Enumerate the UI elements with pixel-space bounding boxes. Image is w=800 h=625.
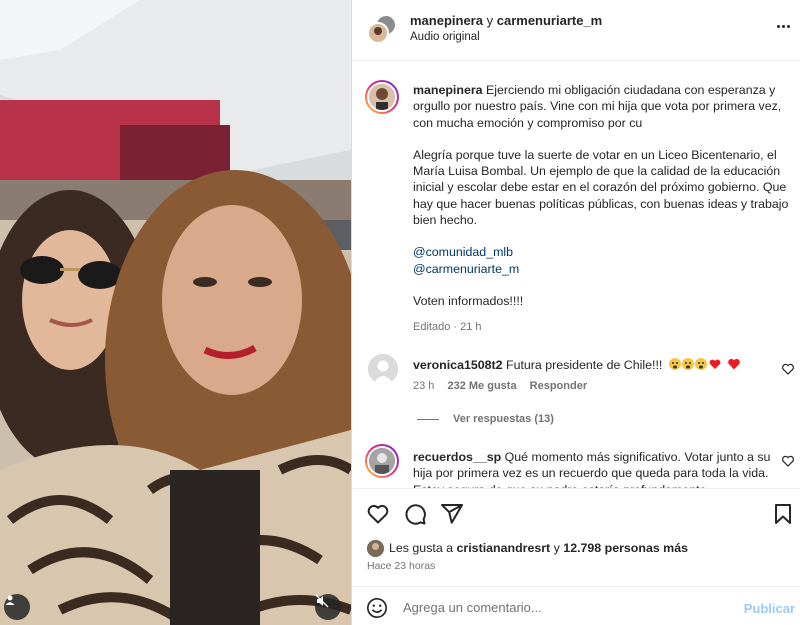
post-side-panel: manepinera y carmenuriarte_m Audio origi… <box>351 0 800 625</box>
comment-text: veronica1508t2 Futura presidente de Chil… <box>413 357 741 372</box>
comment-username[interactable]: veronica1508t2 <box>413 358 503 372</box>
view-replies-button[interactable]: Ver respuestas (13) <box>417 413 554 425</box>
default-avatar-icon <box>368 354 398 384</box>
mute-button[interactable] <box>315 594 341 620</box>
publish-button[interactable]: Publicar <box>744 601 795 616</box>
comment-icon[interactable] <box>403 502 427 526</box>
post-header: manepinera y carmenuriarte_m Audio origi… <box>352 0 800 61</box>
caption-username[interactable]: manepinera <box>413 83 483 97</box>
action-bar <box>352 488 800 536</box>
caption-paragraph-2: Alegría porque tuve la suerte de votar e… <box>413 147 789 228</box>
profile-photo <box>367 539 384 557</box>
profile-photo <box>369 84 395 110</box>
more-options-button[interactable] <box>773 18 793 34</box>
author-username[interactable]: manepinera <box>410 13 483 28</box>
likes-summary: Les gusta a cristianandresrt y 12.798 pe… <box>367 538 688 558</box>
likes-conjunction: y <box>553 541 560 555</box>
comment-avatar[interactable] <box>365 444 399 478</box>
caption-avatar[interactable] <box>365 80 399 114</box>
mention-link[interactable]: @comunidad_mlb <box>413 244 797 260</box>
reply-button[interactable]: Responder <box>530 380 587 392</box>
heart-icon[interactable] <box>366 502 390 526</box>
likes-count[interactable]: 12.798 personas más <box>563 541 688 555</box>
comment-body: Futura presidente de Chile!!! <box>506 358 663 372</box>
tagged-users-button[interactable] <box>4 594 30 620</box>
profile-photo <box>369 448 395 474</box>
post-photo[interactable] <box>0 0 351 625</box>
comments-section[interactable]: manepinera Ejerciendo mi obligación ciud… <box>352 62 800 488</box>
authors-conjunction: y <box>486 13 494 28</box>
emoji-icon[interactable] <box>366 597 388 619</box>
red-heart-emoji-icon <box>728 358 741 370</box>
share-icon[interactable] <box>440 502 464 526</box>
view-replies-label: Ver respuestas (13) <box>453 413 554 425</box>
mention-link[interactable]: @carmenuriarte_m <box>413 261 797 277</box>
like-comment-heart-icon[interactable] <box>781 362 795 376</box>
likes-prefix: Les gusta a <box>389 541 454 555</box>
caption: manepinera Ejerciendo mi obligación ciud… <box>413 82 797 325</box>
comment-meta: 23 h 232 Me gusta Responder <box>413 380 597 392</box>
post-time: Hace 23 horas <box>367 560 436 572</box>
comment-composer: Publicar <box>352 586 800 625</box>
emoji-icons <box>668 358 721 370</box>
collab-avatars[interactable] <box>366 13 398 45</box>
replies-divider <box>417 418 439 420</box>
caption-paragraph-3: Voten informados!!!! <box>413 293 524 308</box>
comment-text: recuerdos__sp Qué momento más significat… <box>413 449 783 488</box>
comment-input[interactable] <box>403 595 733 619</box>
selfie-image <box>0 0 351 625</box>
speaker-muted-icon <box>315 594 329 608</box>
bookmark-icon[interactable] <box>771 502 795 526</box>
like-comment-heart-icon[interactable] <box>781 454 795 468</box>
comment-likes[interactable]: 232 Me gusta <box>447 380 516 392</box>
user-icon <box>5 595 15 605</box>
collaborator-username[interactable]: carmenuriarte_m <box>497 13 603 28</box>
audio-label[interactable]: Audio original <box>410 31 480 43</box>
liker-username[interactable]: cristianandresrt <box>457 541 551 555</box>
comment-username[interactable]: recuerdos__sp <box>413 450 501 464</box>
post-authors: manepinera y carmenuriarte_m <box>410 13 602 28</box>
caption-edited-time: Editado · 21 h <box>413 321 482 333</box>
liker-avatar[interactable] <box>367 539 384 557</box>
comment-avatar[interactable] <box>368 354 398 384</box>
comment-time: 23 h <box>413 380 435 392</box>
